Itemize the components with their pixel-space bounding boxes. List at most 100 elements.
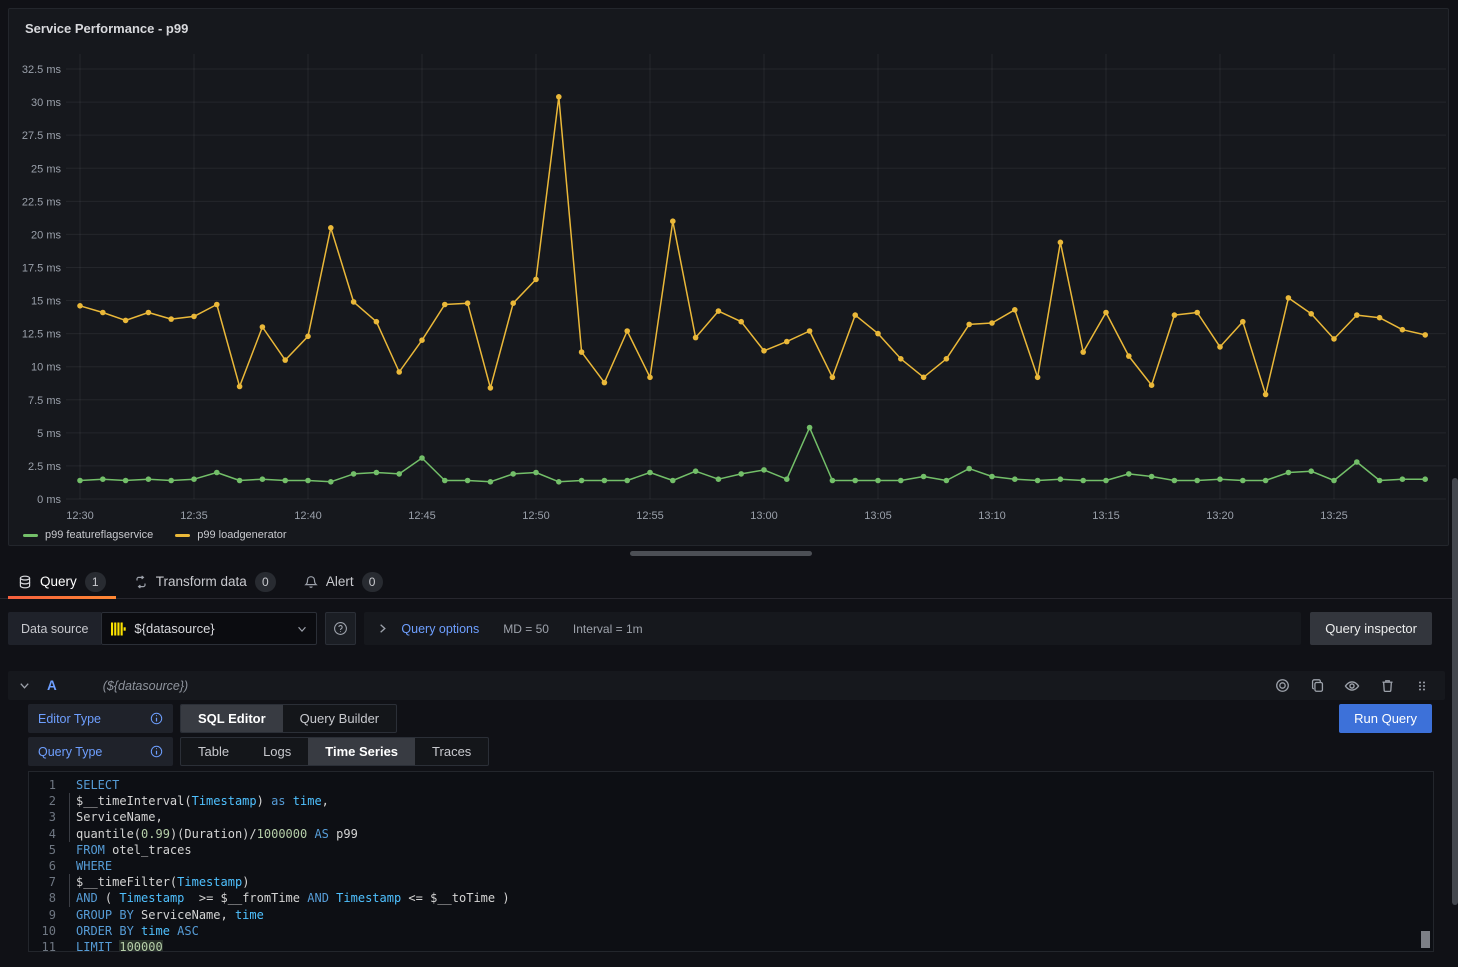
code-editor-scrollbar[interactable] xyxy=(1421,931,1430,948)
angle-right-icon[interactable] xyxy=(376,622,389,635)
svg-text:0 ms: 0 ms xyxy=(37,494,61,506)
transform-icon xyxy=(134,575,148,589)
delete-query-trash-icon[interactable] xyxy=(1374,674,1400,698)
svg-text:10 ms: 10 ms xyxy=(31,362,61,374)
svg-text:27.5 ms: 27.5 ms xyxy=(22,130,62,142)
query-type-logs[interactable]: Logs xyxy=(246,738,308,765)
legend-item-featureflagservice[interactable]: p99 featureflagservice xyxy=(23,529,153,541)
tab-count-badge: 0 xyxy=(255,572,276,592)
sql-code-line: 11LIMIT 100000 xyxy=(29,939,1433,952)
query-type-table[interactable]: Table xyxy=(181,738,246,765)
query-datasource-hint: (${datasource}) xyxy=(103,679,188,693)
editor-type-switch: SQL Editor Query Builder xyxy=(180,704,397,733)
sql-code-line: 7$__timeFilter(Timestamp) xyxy=(29,874,1433,890)
legend-item-loadgenerator[interactable]: p99 loadgenerator xyxy=(175,529,286,541)
tab-count-badge: 1 xyxy=(85,572,106,592)
info-icon[interactable] xyxy=(150,712,163,725)
query-options-link[interactable]: Query options xyxy=(401,622,479,636)
svg-text:15 ms: 15 ms xyxy=(31,296,61,308)
tab-label: Transform data xyxy=(156,574,247,589)
svg-text:13:10: 13:10 xyxy=(978,510,1006,522)
svg-text:20 ms: 20 ms xyxy=(31,229,61,241)
target-icon[interactable] xyxy=(1269,674,1295,698)
query-refid[interactable]: A xyxy=(47,678,57,693)
info-icon[interactable] xyxy=(150,745,163,758)
grafana-panel-edit-page: 0 ms 2.5 ms 5 ms 7.5 ms 10 ms 12.5 ms 15 ms 17.… xyxy=(0,0,1458,967)
svg-text:2.5 ms: 2.5 ms xyxy=(28,461,62,473)
timeseries-panel: 0 ms 2.5 ms 5 ms 7.5 ms 10 ms 12.5 ms 15 ms 17.… xyxy=(8,8,1449,546)
collapse-chevron-icon[interactable] xyxy=(18,679,31,692)
tab-count-badge: 0 xyxy=(362,572,383,592)
svg-text:12:55: 12:55 xyxy=(636,510,664,522)
svg-text:12:45: 12:45 xyxy=(408,510,436,522)
sql-code-editor[interactable]: 1SELECT2$__timeInterval(Timestamp) as ti… xyxy=(28,771,1434,952)
legend-label: p99 featureflagservice xyxy=(45,529,153,541)
interval: Interval = 1m xyxy=(573,622,643,636)
editor-tabs: Query 1 Transform data 0 A xyxy=(0,565,1452,599)
svg-text:13:00: 13:00 xyxy=(750,510,778,522)
sql-code-line: 1SELECT xyxy=(29,777,1433,793)
series-color-swatch xyxy=(175,534,190,537)
query-inspector-button[interactable]: Query inspector xyxy=(1310,612,1432,645)
sql-code-lines: 1SELECT2$__timeInterval(Timestamp) as ti… xyxy=(29,777,1433,952)
svg-text:30 ms: 30 ms xyxy=(31,97,61,109)
page-scrollbar[interactable] xyxy=(1452,0,1458,967)
svg-text:13:25: 13:25 xyxy=(1320,510,1348,522)
datasource-help-button[interactable] xyxy=(325,612,356,645)
tab-label: Query xyxy=(40,574,77,589)
svg-text:13:15: 13:15 xyxy=(1092,510,1120,522)
chart-legend: p99 featureflagservice p99 loadgenerator xyxy=(23,529,287,541)
query-row-header[interactable]: A (${datasource}) xyxy=(8,671,1445,700)
bell-icon xyxy=(304,575,318,589)
svg-text:5 ms: 5 ms xyxy=(37,428,61,440)
sql-code-line: 4quantile(0.99)(Duration)/1000000 AS p99 xyxy=(29,826,1433,842)
tab-transform-data[interactable]: Transform data 0 xyxy=(124,565,286,598)
svg-text:12:30: 12:30 xyxy=(66,510,94,522)
sql-code-line: 10ORDER BY time ASC xyxy=(29,923,1433,939)
sql-code-line: 5FROM otel_traces xyxy=(29,842,1433,858)
sql-code-line: 8AND ( Timestamp >= $__fromTime AND Time… xyxy=(29,890,1433,906)
horizontal-scrollbar[interactable] xyxy=(630,551,812,556)
svg-text:12.5 ms: 12.5 ms xyxy=(22,329,62,341)
page-scrollbar-thumb[interactable] xyxy=(1452,478,1458,905)
datasource-value: ${datasource} xyxy=(134,621,288,636)
svg-text:12:40: 12:40 xyxy=(294,510,322,522)
query-options-bar: Query options MD = 50 Interval = 1m xyxy=(364,612,1301,645)
tab-label: Alert xyxy=(326,574,354,589)
datasource-label: Data source xyxy=(8,612,101,645)
sql-code-line: 2$__timeInterval(Timestamp) as time, xyxy=(29,793,1433,809)
query-type-traces[interactable]: Traces xyxy=(415,738,488,765)
editor-type-sql-editor[interactable]: SQL Editor xyxy=(181,705,283,732)
sql-code-line: 9GROUP BY ServiceName, time xyxy=(29,907,1433,923)
tab-alert[interactable]: Alert 0 xyxy=(294,565,393,598)
duplicate-query-icon[interactable] xyxy=(1304,674,1330,698)
series-color-swatch xyxy=(23,534,38,537)
svg-text:25 ms: 25 ms xyxy=(31,163,61,175)
legend-label: p99 loadgenerator xyxy=(197,529,286,541)
datasource-toolbar: Data source ${datasource} xyxy=(8,612,1432,645)
timeseries-chart[interactable]: 0 ms 2.5 ms 5 ms 7.5 ms 10 ms 12.5 ms 15 ms 17.… xyxy=(9,9,1450,541)
drag-handle-icon[interactable] xyxy=(1409,674,1435,698)
chevron-down-icon xyxy=(296,623,308,635)
sql-code-line: 6WHERE xyxy=(29,858,1433,874)
svg-text:12:35: 12:35 xyxy=(180,510,208,522)
svg-text:32.5 ms: 32.5 ms xyxy=(22,64,62,76)
query-type-time-series[interactable]: Time Series xyxy=(308,738,415,765)
run-query-button[interactable]: Run Query xyxy=(1339,704,1432,733)
query-type-label: Query Type xyxy=(28,737,173,766)
panel-title: Service Performance - p99 xyxy=(25,21,188,36)
svg-text:22.5 ms: 22.5 ms xyxy=(22,196,62,208)
tab-query[interactable]: Query 1 xyxy=(8,565,116,598)
query-row-actions xyxy=(1269,674,1435,698)
svg-text:13:20: 13:20 xyxy=(1206,510,1234,522)
query-type-switch: Table Logs Time Series Traces xyxy=(180,737,489,766)
editor-type-query-builder[interactable]: Query Builder xyxy=(283,705,396,732)
datasource-select[interactable]: ${datasource} xyxy=(101,612,317,645)
svg-text:7.5 ms: 7.5 ms xyxy=(28,395,62,407)
sql-code-line: 3ServiceName, xyxy=(29,809,1433,825)
hide-response-eye-icon[interactable] xyxy=(1339,674,1365,698)
svg-text:17.5 ms: 17.5 ms xyxy=(22,262,62,274)
editor-type-label: Editor Type xyxy=(28,704,173,733)
svg-text:12:50: 12:50 xyxy=(522,510,550,522)
max-data-points: MD = 50 xyxy=(503,622,549,636)
